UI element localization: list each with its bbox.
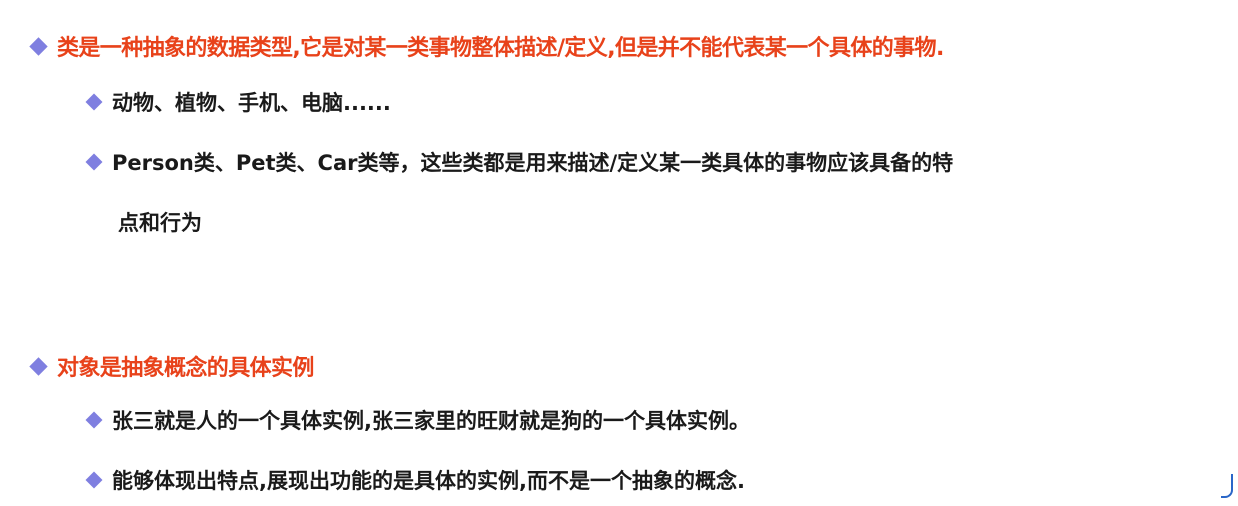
diamond-bullet-icon: [29, 36, 48, 56]
class-purpose-text-continuation: 点和行为: [118, 211, 202, 235]
object-feature-text: 能够体现出特点,展现出功能的是具体的实例,而不是一个抽象的概念.: [112, 469, 745, 493]
class-purpose-text: Person类、Pet类、Car类等，这些类都是用来描述/定义某一类具体的事物应…: [112, 151, 954, 175]
object-example-bullet: 张三就是人的一个具体实例,张三家里的旺财就是狗的一个具体实例。: [85, 405, 750, 435]
diamond-bullet-icon: [85, 93, 103, 111]
object-feature-bullet: 能够体现出特点,展现出功能的是具体的实例,而不是一个抽象的概念.: [85, 465, 745, 495]
object-definition-text: 对象是抽象概念的具体实例: [57, 356, 314, 381]
diamond-bullet-icon: [85, 411, 103, 429]
diamond-bullet-icon: [85, 471, 103, 489]
diamond-bullet-icon: [85, 153, 103, 171]
diamond-bullet-icon: [29, 356, 48, 376]
corner-decoration: [1221, 474, 1233, 498]
class-examples-bullet: 动物、植物、手机、电脑......: [85, 87, 391, 117]
class-examples-text: 动物、植物、手机、电脑......: [112, 91, 391, 115]
class-purpose-bullet: Person类、Pet类、Car类等，这些类都是用来描述/定义某一类具体的事物应…: [85, 147, 954, 177]
object-definition-bullet: 对象是抽象概念的具体实例: [29, 350, 314, 382]
object-example-text: 张三就是人的一个具体实例,张三家里的旺财就是狗的一个具体实例。: [112, 409, 750, 433]
class-definition-bullet: 类是一种抽象的数据类型,它是对某一类事物整体描述/定义,但是并不能代表某一个具体…: [29, 30, 944, 62]
class-definition-text: 类是一种抽象的数据类型,它是对某一类事物整体描述/定义,但是并不能代表某一个具体…: [57, 36, 944, 61]
